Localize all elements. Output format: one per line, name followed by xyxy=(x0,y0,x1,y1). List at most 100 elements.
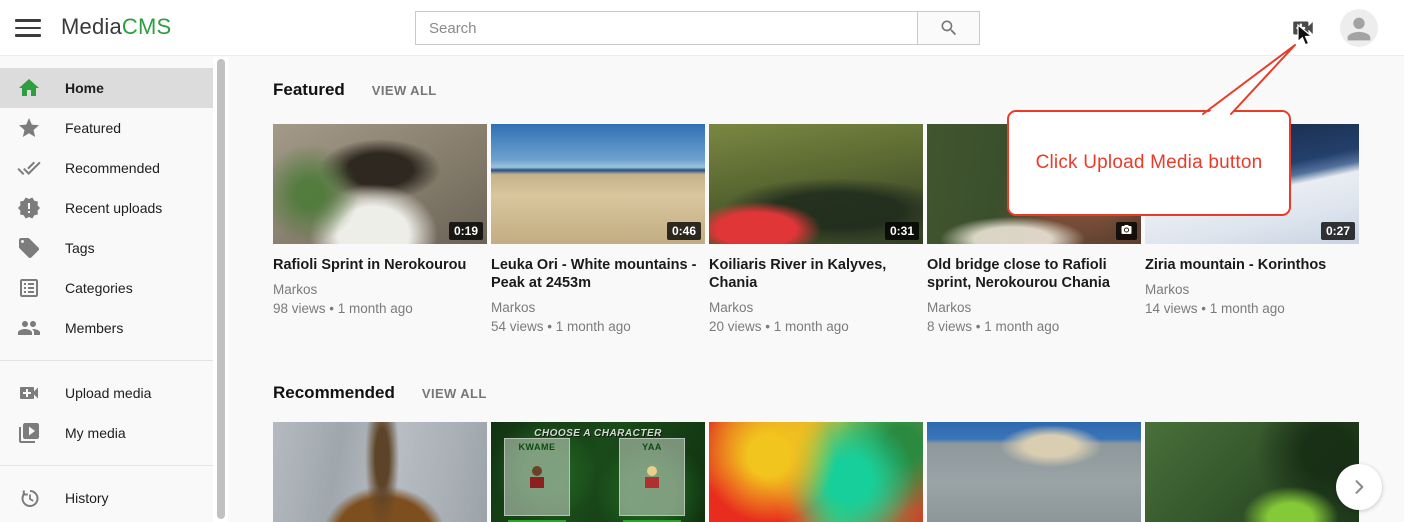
media-author[interactable]: Markos xyxy=(709,300,923,315)
video-library-icon xyxy=(17,421,41,445)
search-icon xyxy=(939,18,959,38)
upload-media-button[interactable] xyxy=(1289,15,1317,41)
sidebar-item-history[interactable]: History xyxy=(0,478,213,518)
media-title[interactable]: Leuka Ori - White mountains - Peak at 24… xyxy=(491,256,705,292)
media-meta: 14 views • 1 month ago xyxy=(1145,301,1359,316)
media-title[interactable]: Koiliaris River in Kalyves, Chania xyxy=(709,256,923,292)
sidebar-item-label: History xyxy=(65,490,109,506)
media-author[interactable]: Markos xyxy=(927,300,1141,315)
sidebar-item-upload-media[interactable]: Upload media xyxy=(0,373,213,413)
mediacms-app: MediaCMS Home Featured Recommended xyxy=(0,0,1404,522)
sidebar-divider xyxy=(0,465,213,466)
video-thumbnail[interactable] xyxy=(273,422,487,522)
tag-icon xyxy=(17,236,41,260)
sidebar-item-tags[interactable]: Tags xyxy=(0,228,213,268)
sidebar-scrollbar-thumb[interactable] xyxy=(217,59,225,519)
home-icon xyxy=(17,76,41,100)
media-title[interactable]: Ziria mountain - Korinthos xyxy=(1145,256,1359,274)
thumbnail-graphic: YAA xyxy=(619,438,685,516)
search-input[interactable] xyxy=(415,11,918,45)
star-icon xyxy=(17,116,41,140)
search-bar xyxy=(415,11,980,45)
recommended-section: Recommended VIEW ALL CHOOSE A CHARACTER … xyxy=(228,383,1404,522)
media-card[interactable] xyxy=(709,422,923,522)
sidebar-item-label: Featured xyxy=(65,120,121,136)
video-call-icon xyxy=(17,381,41,405)
annotation-text: Click Upload Media button xyxy=(1036,152,1263,174)
recommended-section-title: Recommended xyxy=(273,383,395,403)
sidebar-item-recommended[interactable]: Recommended xyxy=(0,148,213,188)
video-thumbnail[interactable] xyxy=(709,422,923,522)
mediacms-logo[interactable]: MediaCMS xyxy=(61,14,171,40)
featured-section: Featured VIEW ALL 0:19 Rafioli Sprint in… xyxy=(228,57,1404,383)
sidebar-item-label: Home xyxy=(65,80,104,96)
media-card[interactable] xyxy=(273,422,487,522)
video-thumbnail[interactable]: 0:31 xyxy=(709,124,923,244)
sidebar-item-label: Recent uploads xyxy=(65,200,162,216)
sidebar-item-home[interactable]: Home xyxy=(0,68,213,108)
logo-text-media: Media xyxy=(61,14,122,39)
media-card[interactable]: 0:19 Rafioli Sprint in Nerokourou Markos… xyxy=(273,124,487,334)
recommended-cards-row: CHOOSE A CHARACTER KWAME YAA Selected Se… xyxy=(273,422,1404,522)
history-icon xyxy=(17,486,41,510)
media-card[interactable]: CHOOSE A CHARACTER KWAME YAA Selected Se… xyxy=(491,422,705,522)
sidebar-item-categories[interactable]: Categories xyxy=(0,268,213,308)
media-meta: 54 views • 1 month ago xyxy=(491,319,705,334)
media-meta: 98 views • 1 month ago xyxy=(273,301,487,316)
video-thumbnail[interactable] xyxy=(1145,422,1359,522)
duration-badge: 0:19 xyxy=(449,222,483,240)
media-title[interactable]: Rafioli Sprint in Nerokourou xyxy=(273,256,487,274)
sidebar-item-label: My media xyxy=(65,425,126,441)
video-thumbnail[interactable]: 0:19 xyxy=(273,124,487,244)
video-thumbnail[interactable]: CHOOSE A CHARACTER KWAME YAA Selected Se… xyxy=(491,422,705,522)
sidebar-nav: Home Featured Recommended Recent uploads… xyxy=(0,57,213,522)
new-releases-icon xyxy=(17,196,41,220)
search-button[interactable] xyxy=(917,11,980,45)
top-bar: MediaCMS xyxy=(0,0,1404,56)
thumbnail-text: KWAME xyxy=(505,442,569,452)
camera-icon xyxy=(1120,224,1133,236)
logo-text-cms: CMS xyxy=(122,14,172,39)
list-alt-icon xyxy=(17,276,41,300)
media-card[interactable] xyxy=(927,422,1141,522)
media-meta: 8 views • 1 month ago xyxy=(927,319,1141,334)
media-card[interactable]: 0:46 Leuka Ori - White mountains - Peak … xyxy=(491,124,705,334)
duration-badge: 0:31 xyxy=(885,222,919,240)
people-icon xyxy=(17,316,41,340)
annotation-callout: Click Upload Media button xyxy=(1007,110,1291,216)
sidebar-item-label: Categories xyxy=(65,280,133,296)
sidebar-item-my-media[interactable]: My media xyxy=(0,413,213,453)
person-icon xyxy=(1342,12,1376,46)
media-author[interactable]: Markos xyxy=(273,282,487,297)
sidebar-scrollbar-track[interactable] xyxy=(213,57,228,522)
sidebar-item-label: Upload media xyxy=(65,385,151,401)
sidebar-item-recent-uploads[interactable]: Recent uploads xyxy=(0,188,213,228)
video-call-icon xyxy=(1289,15,1317,41)
media-author[interactable]: Markos xyxy=(491,300,705,315)
sidebar-divider xyxy=(0,360,213,361)
chevron-right-icon xyxy=(1349,477,1369,497)
photo-badge xyxy=(1116,222,1137,240)
carousel-next-button[interactable] xyxy=(1336,464,1382,510)
thumbnail-graphic: KWAME xyxy=(504,438,570,516)
done-all-icon xyxy=(17,156,41,180)
hamburger-menu-icon[interactable] xyxy=(15,16,41,40)
user-avatar-button[interactable] xyxy=(1340,9,1378,47)
featured-view-all-link[interactable]: VIEW ALL xyxy=(372,83,437,98)
sidebar-item-label: Members xyxy=(65,320,123,336)
media-title[interactable]: Old bridge close to Rafioli sprint, Nero… xyxy=(927,256,1141,292)
media-meta: 20 views • 1 month ago xyxy=(709,319,923,334)
media-card[interactable]: 0:31 Koiliaris River in Kalyves, Chania … xyxy=(709,124,923,334)
sidebar-item-members[interactable]: Members xyxy=(0,308,213,348)
recommended-view-all-link[interactable]: VIEW ALL xyxy=(422,386,487,401)
featured-section-title: Featured xyxy=(273,80,345,100)
media-author[interactable]: Markos xyxy=(1145,282,1359,297)
duration-badge: 0:46 xyxy=(667,222,701,240)
video-thumbnail[interactable] xyxy=(927,422,1141,522)
duration-badge: 0:27 xyxy=(1321,222,1355,240)
thumbnail-text: YAA xyxy=(620,442,684,452)
media-card[interactable] xyxy=(1145,422,1359,522)
sidebar-item-featured[interactable]: Featured xyxy=(0,108,213,148)
video-thumbnail[interactable]: 0:46 xyxy=(491,124,705,244)
sidebar-item-label: Recommended xyxy=(65,160,160,176)
